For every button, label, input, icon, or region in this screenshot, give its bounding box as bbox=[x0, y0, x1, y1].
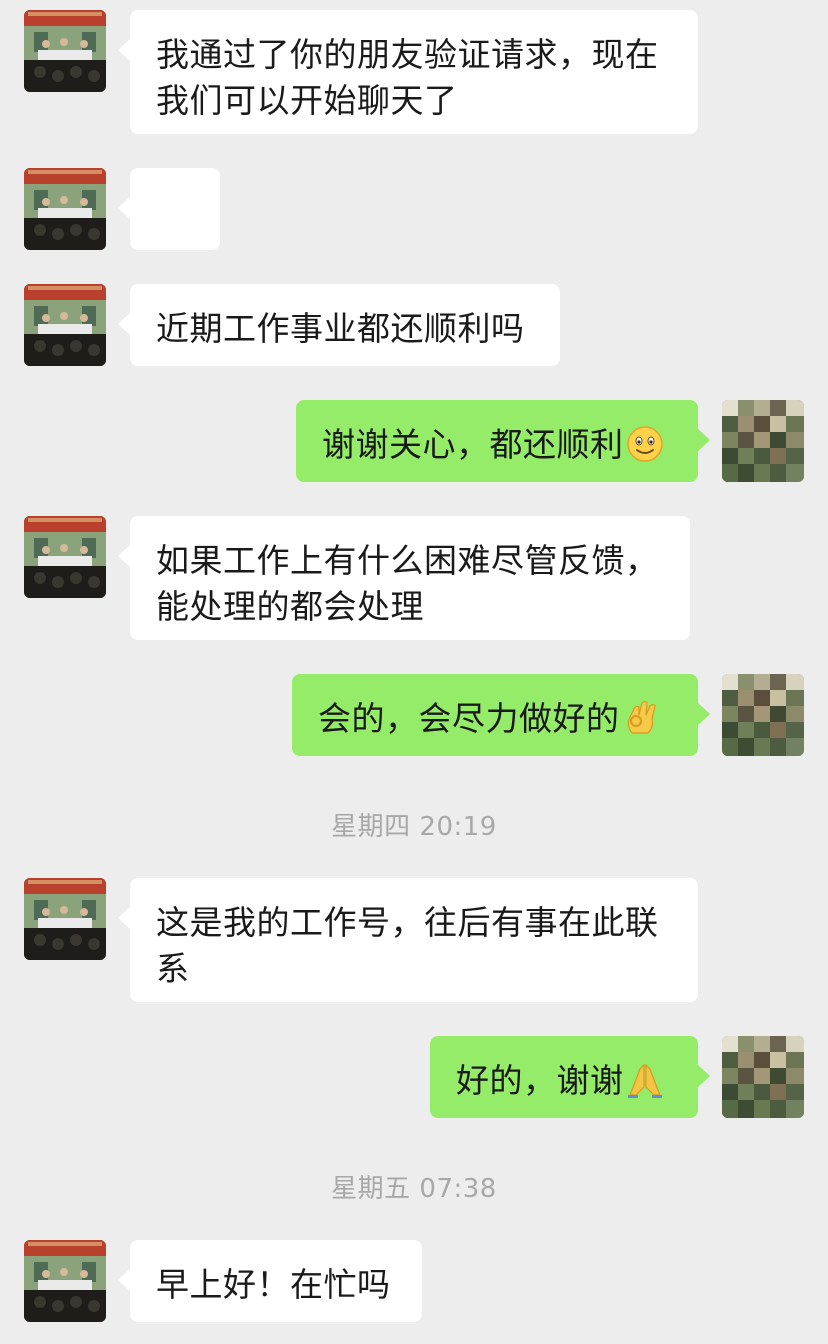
outgoing-message-bubble[interactable]: 谢谢关心，都还顺利 bbox=[296, 400, 710, 482]
group-photo-avatar-icon bbox=[24, 878, 106, 960]
smile-emoji-icon bbox=[626, 426, 663, 462]
incoming-message-bubble[interactable] bbox=[118, 168, 220, 314]
contact-avatar[interactable] bbox=[24, 516, 106, 598]
chat-message-list[interactable]: 我通过了你的朋友验证请求，现在 我们可以开始聊天了 近期工作事业都还顺利吗 谢谢… bbox=[0, 0, 828, 1344]
incoming-message-bubble[interactable]: 早上好！在忙吗 bbox=[118, 1240, 422, 1322]
outgoing-message-bubble[interactable]: 会的，会尽力做好的 bbox=[292, 674, 710, 756]
incoming-message-bubble[interactable]: 我通过了你的朋友验证请求，现在 我们可以开始聊天了 bbox=[118, 10, 698, 134]
incoming-message-bubble[interactable]: 如果工作上有什么困难尽管反馈， 能处理的都会处理 bbox=[118, 516, 690, 640]
self-avatar[interactable] bbox=[722, 400, 804, 482]
group-photo-avatar-icon bbox=[24, 284, 106, 366]
group-photo-avatar-icon bbox=[24, 168, 106, 250]
message-text: 会的，会尽力做好的 bbox=[318, 699, 620, 738]
incoming-message-bubble[interactable]: 这是我的工作号，往后有事在此联 系 bbox=[118, 878, 698, 1002]
pixelated-forest-avatar-icon bbox=[722, 400, 804, 482]
contact-avatar[interactable] bbox=[24, 168, 106, 250]
pixelated-forest-avatar-icon bbox=[722, 1036, 804, 1118]
chat-timestamp: 星期四 20:19 bbox=[331, 812, 497, 842]
self-avatar[interactable] bbox=[722, 1036, 804, 1118]
self-avatar[interactable] bbox=[722, 674, 804, 756]
praying-hands-emoji-icon bbox=[627, 1063, 662, 1098]
message-text: 谢谢关心，都还顺利 bbox=[322, 425, 624, 464]
ok-hand-emoji-icon bbox=[627, 700, 656, 734]
chat-timestamp: 星期五 07:38 bbox=[331, 1174, 497, 1204]
group-photo-avatar-icon bbox=[24, 10, 106, 92]
outgoing-message-bubble[interactable]: 好的，谢谢 bbox=[430, 1036, 710, 1118]
contact-avatar[interactable] bbox=[24, 10, 106, 92]
contact-avatar[interactable] bbox=[24, 284, 106, 366]
incoming-message-bubble[interactable]: 近期工作事业都还顺利吗 bbox=[118, 284, 560, 366]
contact-avatar[interactable] bbox=[24, 878, 106, 960]
group-photo-avatar-icon bbox=[24, 516, 106, 598]
contact-avatar[interactable] bbox=[24, 1240, 106, 1322]
message-text: 好的，谢谢 bbox=[456, 1061, 624, 1100]
pixelated-forest-avatar-icon bbox=[722, 674, 804, 756]
group-photo-avatar-icon bbox=[24, 1240, 106, 1322]
